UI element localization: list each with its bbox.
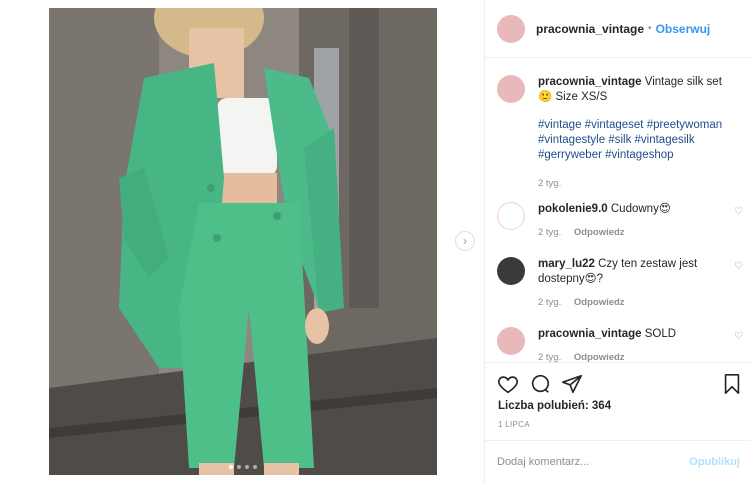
carousel-dot[interactable] — [229, 465, 233, 469]
share-icon[interactable] — [561, 373, 583, 395]
comment-time: 2 tyg. — [538, 227, 562, 238]
comment-meta: 2 tyg. Odpowiedz — [538, 225, 728, 240]
caption-username[interactable]: pracownia_vintage — [538, 76, 642, 88]
caption-meta: 2 tyg. — [538, 176, 728, 191]
caption: pracownia_vintage Vintage silk set 🙂 Siz… — [497, 75, 747, 191]
comment-input[interactable] — [497, 456, 690, 468]
carousel-dot[interactable] — [237, 465, 241, 469]
comment-time: 2 tyg. — [538, 297, 562, 308]
reply-button[interactable]: Odpowiedz — [574, 352, 625, 362]
avatar[interactable] — [497, 202, 525, 230]
comment-icon[interactable] — [529, 373, 551, 395]
post-modal: › pracownia_vintage • Obserwuj pracownia… — [0, 0, 751, 483]
comment-username[interactable]: pokolenie9.0 — [538, 203, 608, 215]
list-item: mary_lu22 Czy ten zestaw jest dostepny😍?… — [497, 257, 747, 310]
avatar[interactable] — [497, 75, 525, 103]
follow-button[interactable]: Obserwuj — [656, 22, 711, 36]
chevron-right-icon: › — [463, 234, 467, 248]
avatar[interactable] — [497, 257, 525, 285]
like-comment-icon[interactable]: ♡ — [734, 206, 743, 217]
comment-body: mary_lu22 Czy ten zestaw jest dostepny😍?… — [538, 257, 728, 310]
comment-text: SOLD — [644, 328, 677, 340]
comment-composer: Opublikuj — [485, 440, 751, 483]
caption-time: 2 tyg. — [538, 178, 562, 189]
comment-body: pracownia_vintage SOLD 2 tyg. Odpowiedz — [538, 327, 728, 362]
reply-button[interactable]: Odpowiedz — [574, 227, 625, 238]
post-actions: Liczba polubień: 364 1 LIPCA — [485, 362, 751, 442]
carousel-dot[interactable] — [253, 465, 257, 469]
heart-icon[interactable] — [497, 373, 519, 395]
comment-meta: 2 tyg. Odpowiedz — [538, 350, 728, 362]
post-date[interactable]: 1 LIPCA — [498, 420, 530, 429]
media-area: › — [0, 0, 482, 483]
caption-body: pracownia_vintage Vintage silk set 🙂 Siz… — [538, 75, 728, 191]
list-item: pracownia_vintage SOLD 2 tyg. Odpowiedz … — [497, 327, 747, 362]
carousel-dots — [49, 465, 437, 469]
post-header: pracownia_vintage • Obserwuj — [485, 0, 751, 58]
header-separator: • — [648, 23, 652, 34]
avatar[interactable] — [497, 327, 525, 355]
comment-text: Cudowny😍 — [610, 203, 671, 215]
publish-button[interactable]: Opublikuj — [689, 456, 740, 468]
comments-list[interactable]: pracownia_vintage Vintage silk set 🙂 Siz… — [485, 59, 751, 362]
carousel-dot[interactable] — [245, 465, 249, 469]
caption-hashtags[interactable]: #vintage #vintageset #preetywoman #vinta… — [538, 118, 728, 163]
next-image-button[interactable]: › — [455, 231, 475, 251]
list-item: pokolenie9.0 Cudowny😍 2 tyg. Odpowiedz ♡ — [497, 202, 747, 240]
comment-username[interactable]: pracownia_vintage — [538, 328, 642, 340]
reply-button[interactable]: Odpowiedz — [574, 297, 625, 308]
post-photo[interactable] — [49, 8, 437, 475]
comment-body: pokolenie9.0 Cudowny😍 2 tyg. Odpowiedz — [538, 202, 728, 240]
comment-time: 2 tyg. — [538, 352, 562, 362]
header-username[interactable]: pracownia_vintage — [536, 22, 644, 36]
likes-count[interactable]: Liczba polubień: 364 — [498, 400, 611, 412]
post-photo-illustration — [49, 8, 437, 475]
post-side-panel: pracownia_vintage • Obserwuj pracownia_v… — [484, 0, 751, 483]
avatar[interactable] — [497, 14, 525, 43]
like-comment-icon[interactable]: ♡ — [734, 331, 743, 342]
comment-meta: 2 tyg. Odpowiedz — [538, 295, 728, 310]
comment-username[interactable]: mary_lu22 — [538, 258, 595, 270]
bookmark-icon[interactable] — [721, 373, 743, 395]
like-comment-icon[interactable]: ♡ — [734, 261, 743, 272]
